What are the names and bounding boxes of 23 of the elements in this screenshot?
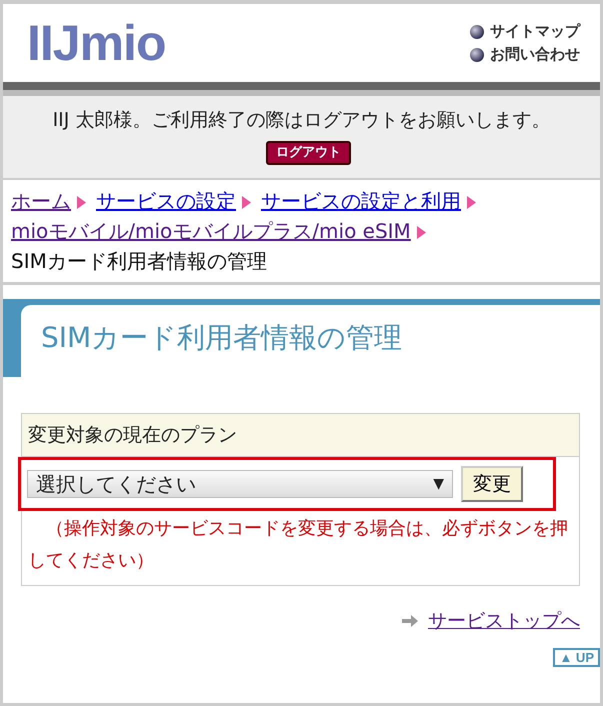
service-top-link[interactable]: サービストップへ [428, 608, 580, 634]
breadcrumb-link[interactable]: サービスの設定 [96, 189, 236, 213]
notice-text: IIJ 太郎様。ご利用終了の際はログアウトをお願いします。 [52, 109, 550, 131]
bullet-icon [470, 48, 484, 62]
bullet-icon [470, 24, 484, 38]
header-link[interactable]: お問い合わせ [490, 45, 580, 64]
arrow-icon [402, 615, 418, 627]
panel-heading: 変更対象の現在のプラン [22, 414, 579, 457]
breadcrumb-link[interactable]: mioモバイル/mioモバイルプラス/mio eSIM [11, 219, 411, 243]
triangle-icon [77, 196, 86, 210]
logout-button[interactable]: ログアウト [266, 140, 351, 165]
header-link[interactable]: サイトマップ [490, 22, 580, 41]
triangle-icon [416, 226, 426, 240]
logo[interactable]: IIJmio [27, 18, 166, 68]
breadcrumb-link[interactable]: サービスの設定と利用 [261, 189, 461, 213]
change-button[interactable]: 変更 [461, 466, 523, 502]
page-title: SIMカード利用者情報の管理 [21, 305, 600, 377]
breadcrumb-link[interactable]: ホーム [11, 189, 71, 213]
triangle-icon [242, 196, 251, 210]
breadcrumb-current: SIMカード利用者情報の管理 [11, 248, 267, 275]
triangle-icon [467, 196, 476, 210]
warning-note: （操作対象のサービスコードを変更する場合は、必ずボタンを押してください） [27, 517, 569, 573]
plan-select[interactable]: 選択してください ▼ [27, 470, 453, 498]
